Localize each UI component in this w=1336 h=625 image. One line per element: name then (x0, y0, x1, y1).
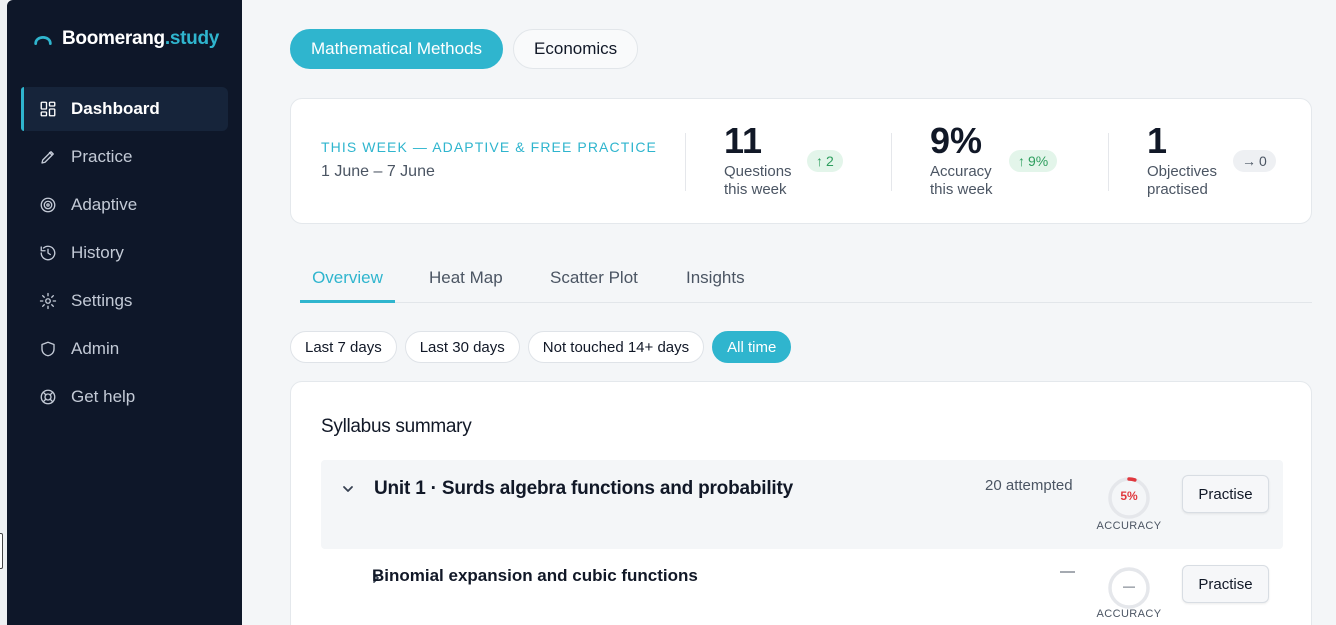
filter-not-touched[interactable]: Not touched 14+ days (527, 331, 705, 363)
stat-questions: 11 Questions this week (724, 121, 792, 199)
questions-delta-badge: ↑ 2 (807, 150, 843, 172)
time-filters: Last 7 days Last 30 days Not touched 14+… (290, 331, 792, 363)
subject-tabs: Mathematical Methods Economics (290, 29, 639, 69)
divider (891, 133, 892, 191)
stat-objectives: 1 Objectives practised (1147, 121, 1217, 199)
accuracy-delta-badge: ↑ 9% (1009, 150, 1058, 172)
topic-title: Binomial expansion and cubic functions (372, 566, 698, 585)
topic-accuracy-label: ACCURACY (1096, 608, 1162, 620)
arrow-up-icon: ↑ (816, 153, 823, 169)
sidebar-item-label: Settings (71, 291, 133, 310)
summary-title: Syllabus summary (321, 416, 472, 437)
filter-last-30-days[interactable]: Last 30 days (404, 331, 520, 363)
stat-accuracy-value: 9% (930, 120, 983, 161)
filter-all-time[interactable]: All time (712, 331, 792, 363)
gear-icon (39, 292, 57, 310)
divider (1108, 133, 1109, 191)
practise-unit-button[interactable]: Practise (1182, 475, 1269, 513)
unit-accuracy-value: 5% (1120, 489, 1138, 503)
sidebar-item-get-help[interactable]: Get help (21, 375, 228, 419)
sidebar-item-label: Dashboard (71, 99, 160, 118)
stat-accuracy-label: Accuracy this week (930, 163, 993, 198)
pencil-icon (41, 151, 54, 164)
sidebar-item-label: Get help (71, 387, 136, 406)
sidebar-item-label: Adaptive (71, 195, 138, 214)
chevron-down-icon[interactable] (341, 482, 355, 496)
tab-scatter-plot[interactable]: Scatter Plot (540, 262, 648, 303)
brand-logo[interactable]: Boomerang.study (32, 28, 219, 50)
shield-icon (41, 341, 55, 357)
window-edge (0, 0, 7, 625)
tab-insights[interactable]: Insights (676, 262, 755, 303)
sidebar-item-settings[interactable]: Settings (21, 279, 228, 323)
stat-objectives-label: Objectives practised (1147, 163, 1218, 198)
sidebar-nav: Dashboard Practice Adaptive History Sett… (21, 87, 228, 423)
objectives-delta-badge: → 0 (1233, 150, 1276, 172)
sidebar-item-label: Admin (71, 339, 120, 358)
week-range: 1 June – 7 June (321, 163, 435, 180)
unit-accuracy-ring: 5% (1107, 476, 1151, 520)
sidebar-item-label: History (71, 243, 124, 262)
unit-accuracy-label: ACCURACY (1096, 520, 1162, 532)
sidebar-item-label: Practice (71, 147, 133, 166)
unit-attempted: 20 attempted (985, 477, 1073, 494)
filter-last-7-days[interactable]: Last 7 days (290, 331, 397, 363)
dashboard-icon (40, 101, 56, 117)
sidebar-item-adaptive[interactable]: Adaptive (21, 183, 228, 227)
subject-tab-mathematical-methods[interactable]: Mathematical Methods (290, 29, 504, 69)
view-tabs: Overview Heat Map Scatter Plot Insights (300, 262, 1312, 303)
arrow-right-icon: → (1242, 153, 1256, 169)
main-content: Mathematical Methods Economics THIS WEEK… (242, 0, 1336, 625)
stat-accuracy: 9% Accuracy this week (930, 121, 993, 199)
stat-questions-value: 11 (724, 120, 763, 161)
stat-objectives-value: 1 (1147, 120, 1168, 161)
topic-accuracy-value: — (1123, 579, 1135, 593)
target-icon (40, 197, 56, 213)
topic-attempted: — (1060, 563, 1075, 580)
sidebar: Boomerang.study Dashboard Practice Adapt… (7, 0, 242, 625)
resize-handle[interactable] (0, 533, 3, 569)
arrow-up-icon: ↑ (1018, 153, 1025, 169)
lifebuoy-icon (40, 389, 56, 405)
history-icon (40, 245, 56, 261)
sidebar-item-practice[interactable]: Practice (21, 135, 228, 179)
boomerang-logo-icon (34, 36, 52, 45)
topic-accuracy-ring: — (1107, 566, 1151, 610)
stat-questions-label: Questions this week (724, 163, 792, 198)
syllabus-summary-card: Syllabus summary Unit 1 · Surds algebra … (290, 381, 1312, 625)
subject-tab-economics[interactable]: Economics (513, 29, 639, 69)
brand-name: Boomerang.study (62, 28, 220, 49)
weekly-stats-card: THIS WEEK — ADAPTIVE & FREE PRACTICE 1 J… (290, 98, 1312, 224)
unit-title: Unit 1 · Surds algebra functions and pro… (374, 478, 793, 499)
tab-heat-map[interactable]: Heat Map (419, 262, 513, 303)
sidebar-item-history[interactable]: History (21, 231, 228, 275)
practise-topic-button[interactable]: Practise (1182, 565, 1269, 603)
week-title: THIS WEEK — ADAPTIVE & FREE PRACTICE (321, 139, 657, 155)
tab-overview[interactable]: Overview (300, 262, 395, 303)
divider (685, 133, 686, 191)
unit-row[interactable]: Unit 1 · Surds algebra functions and pro… (321, 460, 1283, 549)
app-root: Boomerang.study Dashboard Practice Adapt… (0, 0, 1336, 625)
sidebar-item-dashboard[interactable]: Dashboard (21, 87, 228, 131)
sidebar-item-admin[interactable]: Admin (21, 327, 228, 371)
week-info: THIS WEEK — ADAPTIVE & FREE PRACTICE 1 J… (321, 139, 657, 181)
